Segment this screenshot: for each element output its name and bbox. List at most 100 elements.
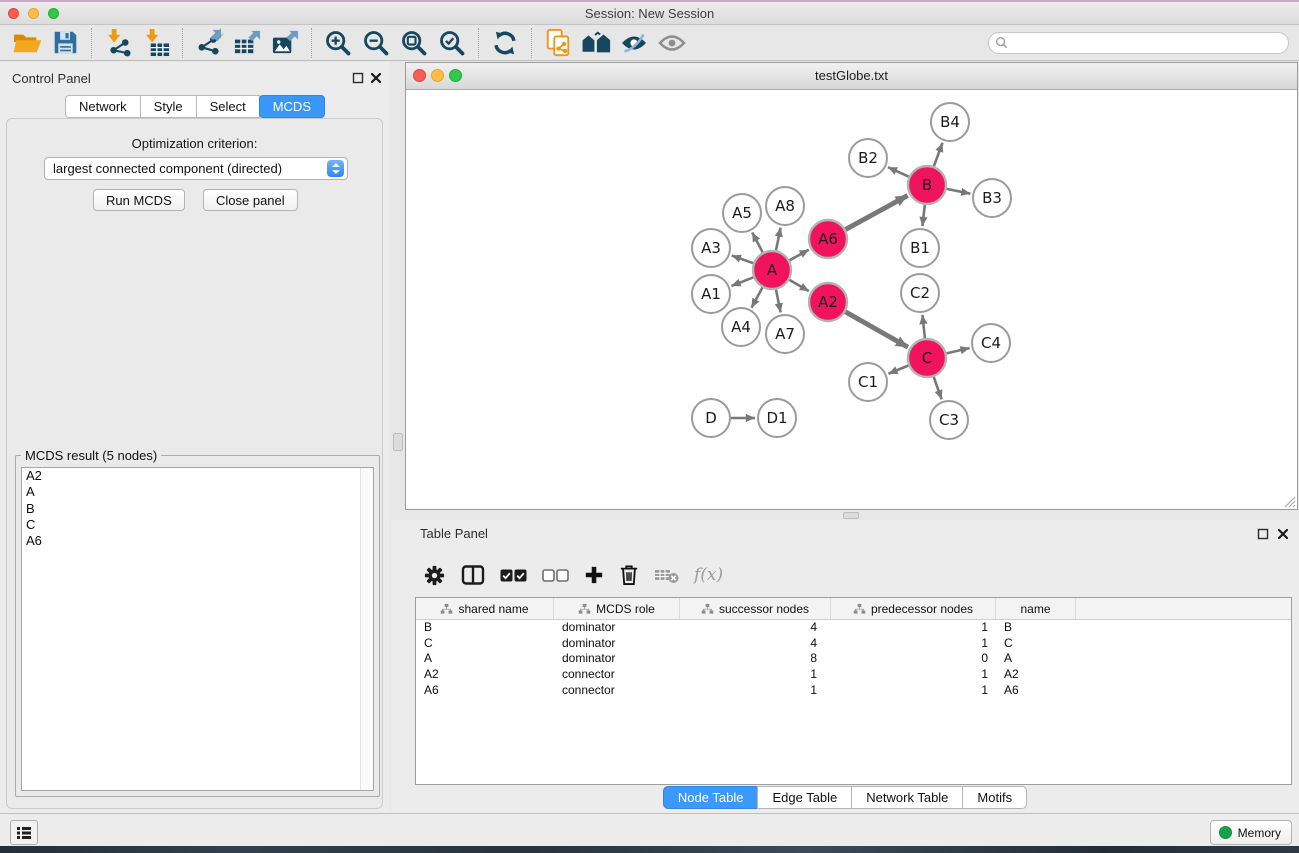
graph-edge-A-A5[interactable] xyxy=(752,233,763,253)
graph-edge-A-A2[interactable] xyxy=(789,280,809,291)
graph-node-A2[interactable]: A2 xyxy=(809,283,847,321)
tab-network-table[interactable]: Network Table xyxy=(851,786,963,809)
graph-node-A7[interactable]: A7 xyxy=(766,315,804,353)
float-panel-icon[interactable] xyxy=(1257,528,1269,540)
graph-edge-B-B1[interactable] xyxy=(922,205,924,226)
tab-mcds[interactable]: MCDS xyxy=(259,95,325,118)
graph-edge-C-C4[interactable] xyxy=(947,348,970,353)
deselect-all-rows-icon[interactable] xyxy=(542,569,569,582)
graph-edge-C-C2[interactable] xyxy=(922,315,925,338)
refresh-icon[interactable] xyxy=(486,27,524,59)
hide-graphics-details-icon[interactable] xyxy=(615,27,653,59)
float-panel-icon[interactable] xyxy=(352,72,364,84)
graph-node-A[interactable]: A xyxy=(753,251,791,289)
mcds-result-item[interactable]: C xyxy=(22,517,373,533)
export-network-icon[interactable] xyxy=(190,27,228,59)
close-panel-button[interactable]: Close panel xyxy=(203,189,298,211)
split-divider-horizontal[interactable] xyxy=(391,510,1299,520)
graph-edge-C-C1[interactable] xyxy=(888,366,908,374)
delete-table-icon[interactable] xyxy=(654,567,679,584)
graph-edge-A-A1[interactable] xyxy=(732,277,754,286)
network-window-titlebar[interactable]: testGlobe.txt xyxy=(406,63,1297,90)
table-row[interactable]: A2connector11A2 xyxy=(416,667,1291,683)
close-panel-icon[interactable] xyxy=(1277,528,1289,540)
mcds-result-item[interactable]: A6 xyxy=(22,533,373,549)
zoom-out-icon[interactable] xyxy=(357,27,395,59)
graph-node-B2[interactable]: B2 xyxy=(849,139,887,177)
graph-node-A4[interactable]: A4 xyxy=(722,308,760,346)
zoom-selected-icon[interactable] xyxy=(433,27,471,59)
export-image-icon[interactable] xyxy=(266,27,304,59)
function-builder-icon[interactable]: f(x) xyxy=(694,565,723,585)
mcds-result-item[interactable]: B xyxy=(22,501,373,517)
export-table-icon[interactable] xyxy=(228,27,266,59)
graph-node-B3[interactable]: B3 xyxy=(973,179,1011,217)
neighborhood-icon[interactable] xyxy=(577,27,615,59)
import-table-icon[interactable] xyxy=(137,27,175,59)
graph-node-B[interactable]: B xyxy=(908,166,946,204)
column-header-name[interactable]: name xyxy=(996,598,1076,619)
graph-edge-A-A4[interactable] xyxy=(752,288,763,308)
graph-edge-A-A7[interactable] xyxy=(776,290,781,313)
graph-edge-A2-C[interactable] xyxy=(845,312,908,347)
graph-edge-B-B3[interactable] xyxy=(947,189,971,194)
graph-node-A6[interactable]: A6 xyxy=(809,220,847,258)
select-all-rows-icon[interactable] xyxy=(500,569,527,582)
graph-edge-B-B4[interactable] xyxy=(934,143,943,167)
tab-style[interactable]: Style xyxy=(140,95,197,118)
mcds-result-item[interactable]: A xyxy=(22,484,373,500)
graph-edge-B-B2[interactable] xyxy=(888,167,909,177)
close-panel-icon[interactable] xyxy=(370,72,382,84)
column-header-predecessor-nodes[interactable]: predecessor nodes xyxy=(831,598,996,619)
run-mcds-button[interactable]: Run MCDS xyxy=(93,189,185,211)
open-session-icon[interactable] xyxy=(8,27,46,59)
criterion-dropdown[interactable]: largest connected component (directed) xyxy=(44,157,348,180)
divider-grip-icon[interactable] xyxy=(393,433,403,451)
tab-node-table[interactable]: Node Table xyxy=(663,786,759,809)
graph-node-C4[interactable]: C4 xyxy=(972,324,1010,362)
graph-node-C1[interactable]: C1 xyxy=(849,363,887,401)
search-input[interactable] xyxy=(1008,35,1288,51)
graph-edge-C-C3[interactable] xyxy=(934,377,942,400)
resize-grip-icon[interactable] xyxy=(1283,495,1296,508)
delete-columns-icon[interactable] xyxy=(619,564,639,586)
tab-network[interactable]: Network xyxy=(65,95,141,118)
show-graphics-details-icon[interactable] xyxy=(653,27,691,59)
graph-node-B1[interactable]: B1 xyxy=(901,229,939,267)
tab-select[interactable]: Select xyxy=(196,95,260,118)
divider-grip-icon[interactable] xyxy=(843,512,859,519)
zoom-in-icon[interactable] xyxy=(319,27,357,59)
graph-node-B4[interactable]: B4 xyxy=(931,103,969,141)
tab-edge-table[interactable]: Edge Table xyxy=(757,786,852,809)
graph-node-A1[interactable]: A1 xyxy=(692,275,730,313)
table-settings-icon[interactable] xyxy=(423,564,446,587)
toggle-columns-icon[interactable] xyxy=(461,564,485,586)
graph-edge-A-A3[interactable] xyxy=(732,256,754,264)
mcds-result-item[interactable]: A2 xyxy=(22,468,373,484)
table-row[interactable]: A6connector11A6 xyxy=(416,683,1291,699)
import-network-icon[interactable] xyxy=(99,27,137,59)
clone-network-icon[interactable] xyxy=(539,27,577,59)
table-row[interactable]: Bdominator41B xyxy=(416,620,1291,636)
graph-edge-A-A6[interactable] xyxy=(790,250,809,261)
graph-node-C[interactable]: C xyxy=(908,339,946,377)
scrollbar-track[interactable] xyxy=(360,468,373,790)
column-header-successor-nodes[interactable]: successor nodes xyxy=(680,598,831,619)
add-column-icon[interactable] xyxy=(584,565,604,585)
task-history-icon[interactable] xyxy=(10,820,38,845)
graph-node-A8[interactable]: A8 xyxy=(766,187,804,225)
network-canvas[interactable]: B4B2BB3A5A8A6A3AB1A1A2C2A4A7C4CC1C3DD1 xyxy=(406,89,1297,509)
graph-edge-A-A8[interactable] xyxy=(776,228,781,251)
zoom-fit-icon[interactable] xyxy=(395,27,433,59)
memory-button[interactable]: Memory xyxy=(1210,820,1292,845)
graph-node-C3[interactable]: C3 xyxy=(930,401,968,439)
graph-edge-A6-B[interactable] xyxy=(846,196,908,230)
search-box[interactable] xyxy=(988,32,1289,54)
column-header-shared-name[interactable]: shared name xyxy=(416,598,554,619)
graph-node-A3[interactable]: A3 xyxy=(692,229,730,267)
table-row[interactable]: Adominator80A xyxy=(416,651,1291,667)
table-row[interactable]: Cdominator41C xyxy=(416,636,1291,652)
graph-node-D1[interactable]: D1 xyxy=(758,399,796,437)
graph-node-A5[interactable]: A5 xyxy=(723,194,761,232)
mcds-result-list[interactable]: A2ABCA6 xyxy=(21,467,374,791)
